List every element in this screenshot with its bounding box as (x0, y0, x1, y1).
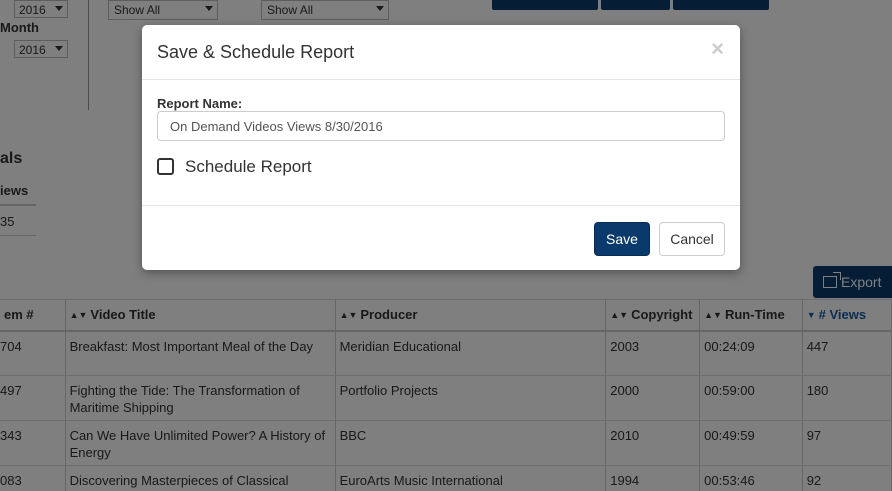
close-icon[interactable]: × (711, 38, 724, 60)
schedule-report-checkbox[interactable] (157, 158, 174, 175)
save-button[interactable]: Save (594, 222, 650, 256)
modal-header: Save & Schedule Report × (142, 25, 740, 80)
report-name-label: Report Name: (157, 96, 243, 111)
schedule-report-label[interactable]: Schedule Report (185, 157, 312, 177)
modal-title: Save & Schedule Report (157, 42, 355, 62)
cancel-button[interactable]: Cancel (659, 222, 725, 256)
modal-body: Report Name: Schedule Report (142, 80, 740, 206)
save-schedule-dialog: Save & Schedule Report × Report Name: Sc… (142, 25, 740, 270)
modal-footer: Save Cancel (142, 206, 740, 269)
report-name-input[interactable] (157, 111, 725, 141)
